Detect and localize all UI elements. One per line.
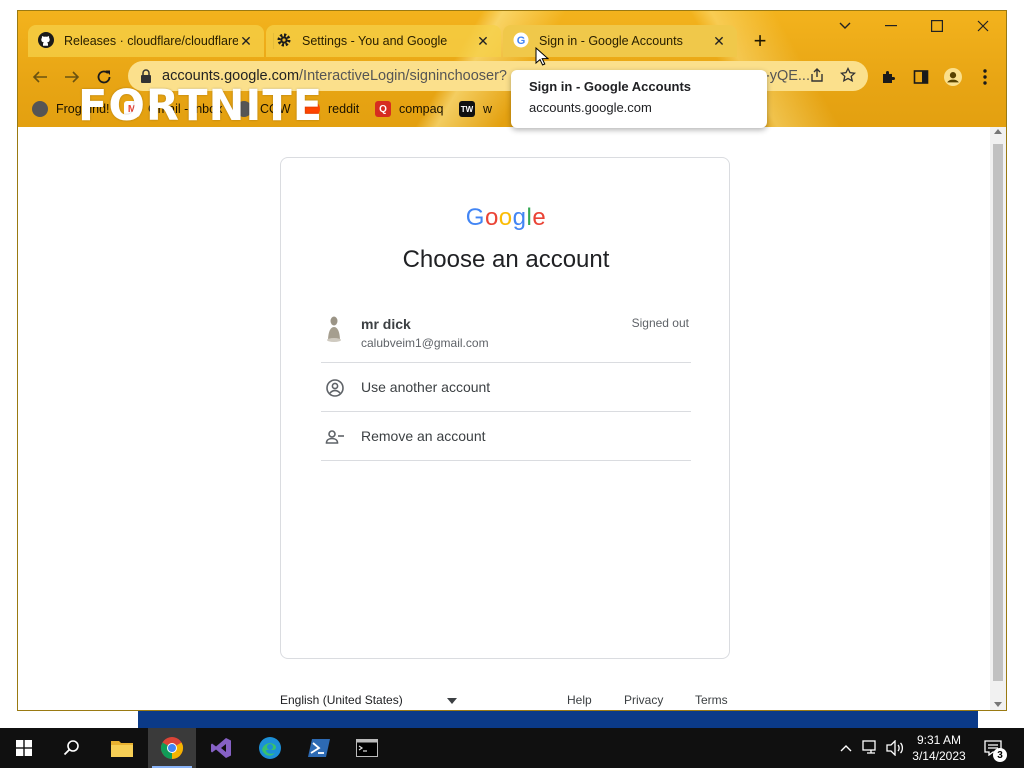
bookmark-compaq[interactable]: Q compaq bbox=[375, 99, 443, 119]
background-window-strip bbox=[138, 710, 978, 728]
clock-date: 3/14/2023 bbox=[912, 749, 966, 763]
account-name: mr dick bbox=[361, 316, 411, 332]
profile-avatar-icon[interactable] bbox=[944, 68, 962, 86]
desktop-background bbox=[1005, 155, 1024, 725]
dropdown-caret-icon[interactable] bbox=[447, 698, 457, 704]
show-hidden-icons-chevron-icon[interactable] bbox=[836, 728, 856, 768]
tab-hover-tooltip: Sign in - Google Accounts accounts.googl… bbox=[511, 70, 767, 128]
start-windows-icon[interactable] bbox=[0, 728, 48, 768]
bookmark-w[interactable]: TW w bbox=[459, 99, 492, 119]
url-path: /InteractiveLogin/signinchooser? bbox=[299, 68, 507, 84]
account-circle-icon bbox=[325, 378, 345, 398]
bookmark-label: w bbox=[483, 102, 493, 116]
close-window-button[interactable] bbox=[960, 11, 1006, 41]
use-another-account-button[interactable]: Use another account bbox=[321, 363, 691, 412]
maximize-button[interactable] bbox=[914, 11, 960, 41]
tab-strip: Releases · cloudflare/cloudflared ✕ Sett… bbox=[18, 11, 1006, 59]
extensions-puzzle-icon[interactable] bbox=[880, 68, 898, 86]
browser-window: Releases · cloudflare/cloudflared ✕ Sett… bbox=[17, 10, 1007, 711]
logo-letter: o bbox=[484, 204, 499, 231]
person-remove-icon bbox=[325, 427, 345, 447]
google-logo: Google bbox=[281, 204, 731, 232]
url-tail: -yQE... bbox=[764, 68, 810, 84]
vertical-scrollbar[interactable] bbox=[990, 127, 1006, 710]
tooltip-title: Sign in - Google Accounts bbox=[529, 79, 692, 94]
page-title: Choose an account bbox=[402, 246, 610, 273]
gear-icon bbox=[276, 32, 292, 51]
edge-icon[interactable] bbox=[246, 728, 294, 768]
windows-taskbar: 9:31 AM 3/14/2023 3 bbox=[0, 728, 1024, 768]
remove-account-button[interactable]: Remove an account bbox=[321, 412, 691, 461]
tab-releases-cloudflared[interactable]: Releases · cloudflare/cloudflared ✕ bbox=[28, 25, 264, 57]
help-link[interactable]: Help bbox=[567, 693, 592, 707]
notification-count-badge: 3 bbox=[993, 748, 1007, 762]
share-icon[interactable] bbox=[808, 66, 826, 84]
tab-label: Sign in - Google Accounts bbox=[539, 34, 683, 48]
google-g-icon: G bbox=[513, 32, 529, 51]
scroll-up-arrow-icon[interactable] bbox=[994, 129, 1002, 134]
mouse-cursor-icon bbox=[535, 46, 550, 72]
account-email: calubveim1@gmail.com bbox=[361, 336, 489, 350]
logo-letter: o bbox=[498, 204, 513, 231]
page-footer: English (United States) Help Privacy Ter… bbox=[280, 689, 730, 709]
theme-logo: FORTNITE bbox=[78, 81, 324, 131]
terms-link[interactable]: Terms bbox=[695, 693, 728, 707]
tab-label: Settings - You and Google bbox=[302, 34, 448, 48]
new-tab-button[interactable]: + bbox=[746, 27, 774, 55]
remove-account-label: Remove an account bbox=[361, 428, 486, 444]
logo-letter: e bbox=[532, 204, 547, 231]
bookmark-label: reddit bbox=[328, 102, 360, 116]
clock-time: 9:31 AM bbox=[916, 733, 962, 747]
account-row-mr-dick[interactable]: mr dick calubveim1@gmail.com Signed out bbox=[321, 306, 691, 363]
back-button[interactable] bbox=[26, 63, 54, 91]
powershell-icon[interactable] bbox=[295, 728, 343, 768]
more-menu-icon[interactable] bbox=[976, 68, 994, 86]
signin-card: Google Choose an account mr dick calubve… bbox=[280, 157, 730, 659]
system-clock[interactable]: 9:31 AM 3/14/2023 bbox=[906, 732, 972, 764]
privacy-link[interactable]: Privacy bbox=[624, 693, 663, 707]
page-content: Google Choose an account mr dick calubve… bbox=[18, 127, 990, 710]
tab-search-dropdown-icon[interactable] bbox=[822, 11, 868, 41]
compaq-icon: Q bbox=[375, 101, 391, 117]
scrollbar-thumb[interactable] bbox=[993, 144, 1003, 681]
tab-settings-you-and-google[interactable]: Settings - You and Google ✕ bbox=[266, 25, 501, 57]
close-tab-icon[interactable]: ✕ bbox=[475, 33, 491, 49]
bookmark-star-icon[interactable] bbox=[839, 66, 857, 84]
use-another-account-label: Use another account bbox=[361, 379, 491, 395]
bookmark-label: compaq bbox=[399, 102, 444, 116]
command-prompt-icon[interactable] bbox=[343, 728, 391, 768]
scroll-down-arrow-icon[interactable] bbox=[994, 702, 1002, 707]
globe-icon bbox=[32, 101, 48, 117]
logo-letter: g bbox=[512, 204, 527, 231]
logo-letter: G bbox=[465, 204, 485, 231]
chrome-icon[interactable] bbox=[148, 728, 196, 768]
close-tab-icon[interactable]: ✕ bbox=[238, 33, 254, 49]
tab-label: Releases · cloudflare/cloudflared bbox=[64, 34, 238, 48]
close-tab-icon[interactable]: ✕ bbox=[711, 33, 727, 49]
volume-icon[interactable] bbox=[884, 728, 906, 768]
minimize-button[interactable] bbox=[868, 11, 914, 41]
tooltip-subtitle: accounts.google.com bbox=[529, 100, 652, 115]
file-explorer-icon[interactable] bbox=[98, 728, 146, 768]
avatar bbox=[325, 314, 343, 342]
visual-studio-icon[interactable] bbox=[197, 728, 245, 768]
side-panel-icon[interactable] bbox=[912, 68, 930, 86]
language-selector[interactable]: English (United States) bbox=[280, 693, 403, 707]
github-icon bbox=[38, 31, 54, 51]
account-status: Signed out bbox=[631, 316, 689, 330]
svg-text:G: G bbox=[517, 35, 526, 47]
search-icon[interactable] bbox=[48, 728, 96, 768]
network-icon[interactable] bbox=[860, 728, 882, 768]
tw-icon: TW bbox=[459, 101, 475, 117]
